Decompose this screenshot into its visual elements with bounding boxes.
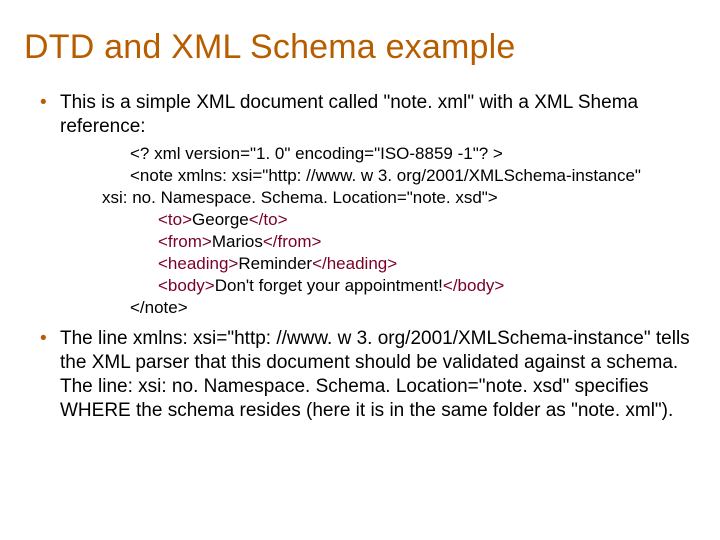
xml-text: Marios: [212, 232, 263, 251]
bullet-item-1: This is a simple XML document called "no…: [40, 91, 696, 319]
xml-text: George: [192, 210, 249, 229]
bullet-list: This is a simple XML document called "no…: [24, 91, 696, 422]
xml-tag: </from>: [263, 232, 322, 251]
code-line: <from>Marios</from>: [102, 231, 696, 253]
code-line: <body>Don't forget your appointment!</bo…: [102, 275, 696, 297]
xml-text: Reminder: [238, 254, 312, 273]
bullet-text: The line xmlns: xsi="http: //www. w 3. o…: [60, 328, 690, 420]
code-line: <heading>Reminder</heading>: [102, 253, 696, 275]
code-line: xsi: no. Namespace. Schema. Location="no…: [102, 187, 696, 209]
bullet-text: This is a simple XML document called "no…: [60, 92, 638, 137]
xml-tag: <body>: [158, 276, 215, 295]
code-line: <to>George</to>: [102, 209, 696, 231]
slide-title: DTD and XML Schema example: [24, 28, 696, 67]
code-line: <note xmlns: xsi="http: //www. w 3. org/…: [102, 165, 696, 187]
bullet-item-2: The line xmlns: xsi="http: //www. w 3. o…: [40, 327, 696, 422]
code-line: </note>: [102, 297, 696, 319]
xml-code-block: <? xml version="1. 0" encoding="ISO-8859…: [102, 143, 696, 320]
xml-tag: <heading>: [158, 254, 238, 273]
code-line: <? xml version="1. 0" encoding="ISO-8859…: [102, 143, 696, 165]
xml-tag: </heading>: [312, 254, 397, 273]
xml-text: Don't forget your appointment!: [215, 276, 443, 295]
xml-tag: <from>: [158, 232, 212, 251]
xml-tag: <to>: [158, 210, 192, 229]
xml-tag: </to>: [249, 210, 288, 229]
xml-tag: </body>: [443, 276, 504, 295]
